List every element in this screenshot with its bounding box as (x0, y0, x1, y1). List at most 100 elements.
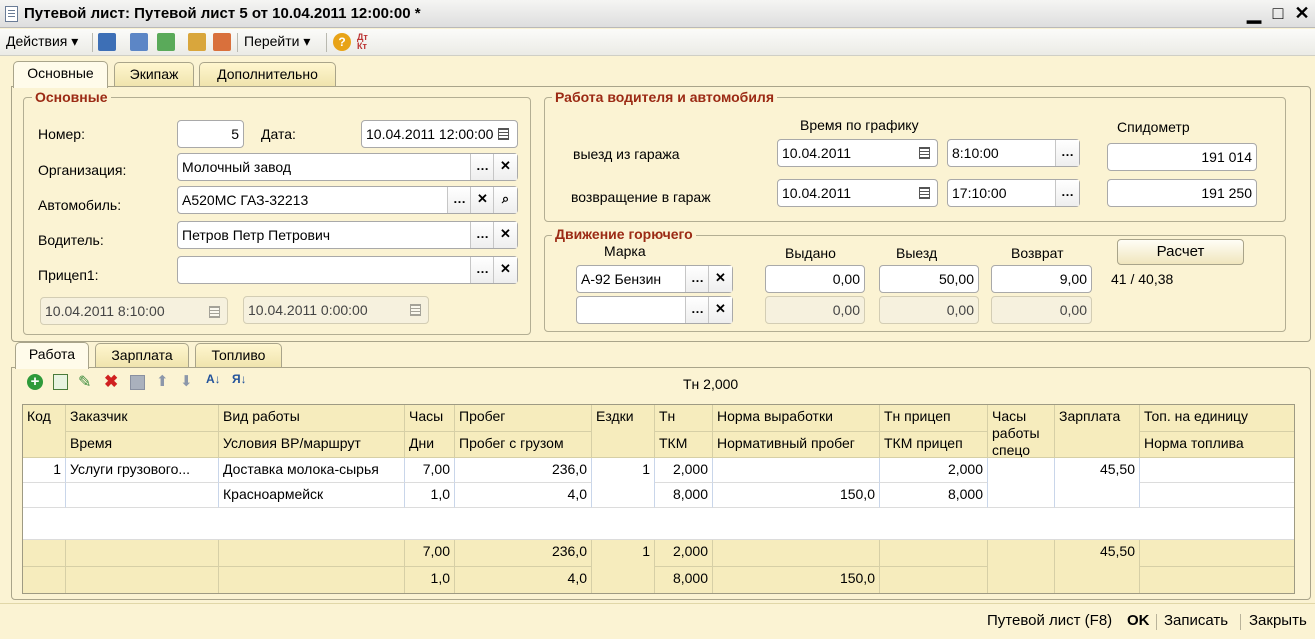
select-button[interactable]: … (1055, 180, 1079, 206)
select-button[interactable]: … (470, 222, 494, 248)
ok-button[interactable]: OK (1127, 612, 1150, 629)
garage-out-speedometer-field[interactable]: 191 014 (1107, 143, 1257, 171)
garage-back-date-field[interactable]: 10.04.2011 (777, 179, 938, 207)
col-header-tkm-trailer[interactable]: ТКМ прицеп (880, 432, 988, 458)
clear-icon[interactable]: ✕ (493, 222, 517, 248)
select-button[interactable]: … (685, 266, 709, 292)
clear-icon[interactable]: ✕ (470, 187, 494, 213)
select-button[interactable]: … (470, 257, 494, 283)
organization-field[interactable]: Молочный завод (177, 153, 518, 181)
table-cell[interactable]: 1,0 (405, 483, 455, 508)
col-header-norm[interactable]: Норма выработки (713, 405, 880, 432)
col-header-conditions[interactable]: Условия ВР/маршрут (219, 432, 405, 458)
refresh-icon[interactable] (130, 33, 148, 51)
garage-out-date-field[interactable]: 10.04.2011 (777, 139, 938, 167)
date-field[interactable]: 10.04.2011 12:00:00 (361, 120, 518, 148)
calculate-button[interactable]: Расчет (1117, 239, 1244, 265)
table-cell[interactable]: 45,50 (1055, 458, 1140, 508)
sort-asc-icon[interactable]: A↓ (206, 372, 221, 386)
table-cell[interactable] (988, 458, 1055, 508)
table-cell[interactable]: 4,0 (455, 483, 592, 508)
clear-icon[interactable]: ✕ (493, 154, 517, 180)
work-table[interactable]: Код Заказчик Вид работы Часы Пробег Ездк… (22, 404, 1295, 594)
tab-salary[interactable]: Зарплата (95, 343, 189, 368)
calendar-icon[interactable] (919, 146, 930, 162)
table-cell[interactable]: 8,000 (880, 483, 988, 508)
col-header-code[interactable]: Код (23, 405, 66, 458)
col-header-tkm[interactable]: ТКМ (655, 432, 713, 458)
table-cell[interactable]: 2,000 (655, 458, 713, 483)
table-cell[interactable]: 150,0 (713, 483, 880, 508)
unpost-document-icon[interactable] (213, 33, 231, 51)
print-button[interactable]: Путевой лист (F8) (987, 612, 1112, 629)
reread-icon[interactable] (157, 33, 175, 51)
table-cell[interactable] (23, 483, 66, 508)
table-cell[interactable]: 236,0 (455, 458, 592, 483)
post-document-icon[interactable] (188, 33, 206, 51)
calendar-icon[interactable] (919, 186, 930, 202)
select-button[interactable]: … (1055, 140, 1079, 166)
table-cell[interactable] (1140, 458, 1294, 483)
sort-desc-icon[interactable]: Я↓ (232, 372, 247, 386)
col-header-salary[interactable]: Зарплата (1055, 405, 1140, 458)
number-field[interactable]: 5 (177, 120, 244, 148)
trailer-field[interactable] (177, 256, 518, 284)
save-close-icon[interactable] (98, 33, 116, 51)
col-header-tn[interactable]: Тн (655, 405, 713, 432)
table-cell[interactable]: 1 (23, 458, 66, 483)
col-header-norm-run[interactable]: Нормативный пробег (713, 432, 880, 458)
move-up-icon[interactable]: ⬆ (156, 372, 169, 390)
clear-icon[interactable]: ✕ (493, 257, 517, 283)
tab-main[interactable]: Основные (13, 61, 108, 88)
delete-row-icon[interactable]: ✖ (104, 372, 118, 392)
table-empty-area[interactable] (23, 508, 1294, 540)
col-header-run[interactable]: Пробег (455, 405, 592, 432)
table-cell[interactable]: Доставка молока-сырья (219, 458, 405, 483)
col-header-fuel-unit[interactable]: Топ. на единицу (1140, 405, 1294, 432)
table-cell[interactable]: 2,000 (880, 458, 988, 483)
tab-crew[interactable]: Экипаж (114, 62, 194, 87)
clear-icon[interactable]: ✕ (708, 266, 732, 292)
search-icon[interactable]: ⌕ (493, 187, 517, 213)
table-cell[interactable]: Услуги грузового... (66, 458, 219, 483)
copy-row-icon[interactable] (53, 374, 68, 390)
fuel-return-field-1[interactable]: 9,00 (991, 265, 1092, 293)
col-header-special-hours[interactable]: Часы работы спецо (988, 405, 1055, 458)
table-cell[interactable]: 1 (592, 458, 655, 508)
col-header-trips[interactable]: Ездки (592, 405, 655, 458)
fuel-out-field-1[interactable]: 50,00 (879, 265, 979, 293)
close-button[interactable]: ✕ (1290, 2, 1314, 24)
end-edit-icon[interactable] (130, 375, 145, 390)
select-button[interactable]: … (685, 297, 709, 323)
add-row-icon[interactable]: + (27, 374, 43, 390)
table-cell[interactable] (66, 483, 219, 508)
select-button[interactable]: … (470, 154, 494, 180)
fuel-issued-field-1[interactable]: 0,00 (765, 265, 865, 293)
tab-extra[interactable]: Дополнительно (199, 62, 336, 87)
help-icon[interactable]: ? (333, 33, 351, 51)
col-header-work-type[interactable]: Вид работы (219, 405, 405, 432)
close-form-button[interactable]: Закрыть (1249, 612, 1307, 629)
edit-row-icon[interactable]: ✎ (78, 372, 91, 392)
table-cell[interactable]: Красноармейск (219, 483, 405, 508)
goto-menu[interactable]: Перейти ▾ (244, 33, 310, 50)
save-button[interactable]: Записать (1164, 612, 1228, 629)
clear-icon[interactable]: ✕ (708, 297, 732, 323)
col-header-customer[interactable]: Заказчик (66, 405, 219, 432)
col-header-time[interactable]: Время (66, 432, 219, 458)
minimize-button[interactable]: ▁ (1242, 2, 1266, 24)
select-button[interactable]: … (447, 187, 471, 213)
debit-credit-icon[interactable]: Дт Кт (357, 33, 375, 51)
col-header-tn-trailer[interactable]: Тн прицеп (880, 405, 988, 432)
tab-fuel[interactable]: Топливо (195, 343, 282, 368)
table-cell[interactable] (1140, 483, 1294, 508)
col-header-fuel-norm[interactable]: Норма топлива (1140, 432, 1294, 458)
table-cell[interactable]: 8,000 (655, 483, 713, 508)
driver-field[interactable]: Петров Петр Петрович (177, 221, 518, 249)
garage-back-speedometer-field[interactable]: 191 250 (1107, 179, 1257, 207)
col-header-run-cargo[interactable]: Пробег с грузом (455, 432, 592, 458)
maximize-button[interactable]: □ (1266, 2, 1290, 24)
table-cell[interactable]: 7,00 (405, 458, 455, 483)
tab-work[interactable]: Работа (15, 342, 89, 369)
calendar-icon[interactable] (498, 127, 509, 143)
